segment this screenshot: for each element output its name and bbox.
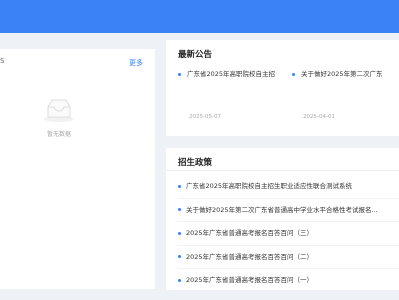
- admission-policy-panel: 招生政策 广东省2025年高职院校自主招生职业适应性联合测试系统 关于做好202…: [166, 148, 399, 293]
- policy-item[interactable]: 2025年广东省普通高考报名百答百问（二）: [178, 246, 399, 269]
- left-panel: S 更多 暂无数据: [0, 49, 155, 289]
- empty-inbox-icon: [44, 99, 74, 122]
- bullet-dot-icon: [178, 278, 181, 282]
- bullet-dot-icon: [178, 72, 181, 76]
- notice-title: 最新公告: [178, 50, 213, 60]
- policy-item[interactable]: 2025年广东省普通高考报名百答百问（一）: [178, 269, 399, 293]
- policy-item-text: 2025年广东省普通高考报名百答百问（二）: [186, 252, 314, 261]
- bullet-dot-icon: [178, 255, 181, 258]
- more-link[interactable]: 更多: [129, 58, 143, 68]
- policy-item[interactable]: 广东省2025年高职院校自主招生职业适应性联合测试系统: [178, 175, 399, 199]
- top-header-bar: [0, 0, 399, 33]
- notice-item-text: 关于做好2025年第二次广东: [301, 70, 383, 78]
- empty-state: 暂无数据: [36, 95, 82, 138]
- notice-item[interactable]: 广东省2025年高职院校自主招: [178, 68, 275, 78]
- notice-date: 2025-04-01: [303, 114, 335, 120]
- policy-item-text: 2025年广东省普通高考报名百答百问（一）: [186, 276, 314, 284]
- bullet-dot-icon: [178, 231, 181, 235]
- policy-list: 广东省2025年高职院校自主招生职业适应性联合测试系统 关于做好2025年第二次…: [178, 175, 399, 293]
- policy-item[interactable]: 2025年广东省普通高考报名百答百问（三）: [178, 222, 399, 246]
- bullet-dot-icon: [292, 72, 295, 76]
- policy-item-text: 2025年广东省普通高考报名百答百问（三）: [186, 229, 314, 237]
- policy-item-text: 关于做好2025年第二次广东省普通高中学业水平合格性考试报名...: [186, 205, 378, 214]
- notice-item[interactable]: 关于做好2025年第二次广东: [292, 68, 383, 78]
- bullet-dot-icon: [178, 208, 181, 211]
- latest-notice-panel: 最新公告 广东省2025年高职院校自主招 关于做好2025年第二次广东: [166, 40, 399, 136]
- policy-item-text: 广东省2025年高职院校自主招生职业适应性联合测试系统: [186, 182, 353, 190]
- policy-item[interactable]: 关于做好2025年第二次广东省普通高中学业水平合格性考试报名...: [178, 199, 399, 222]
- left-panel-title: S: [0, 57, 5, 65]
- bullet-dot-icon: [178, 184, 181, 188]
- notice-item-text: 广东省2025年高职院校自主招: [187, 70, 276, 78]
- divider: [166, 170, 399, 171]
- notice-date: 2025-05-07: [189, 114, 221, 120]
- policy-title: 招生政策: [178, 158, 213, 168]
- empty-text: 暂无数据: [46, 131, 71, 138]
